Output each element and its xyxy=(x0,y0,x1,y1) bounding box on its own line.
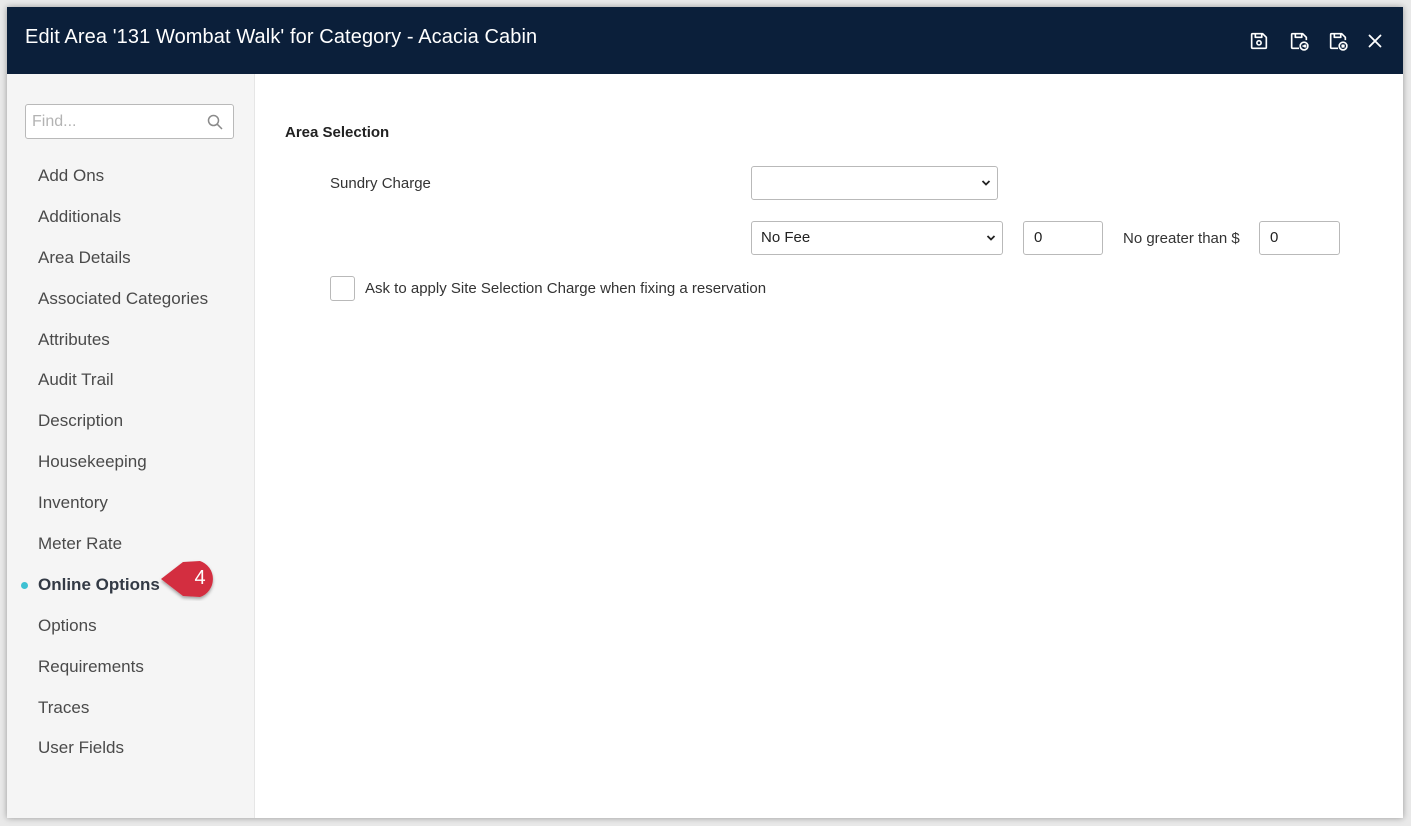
sidebar-item-label: Requirements xyxy=(38,656,144,676)
sidebar-item-housekeeping[interactable]: Housekeeping xyxy=(7,442,255,483)
edit-area-dialog: Edit Area '131 Wombat Walk' for Category… xyxy=(7,7,1403,818)
no-greater-than-label: No greater than $ xyxy=(1123,230,1240,247)
sidebar-item-label: User Fields xyxy=(38,738,124,758)
search-icon[interactable] xyxy=(207,114,223,130)
sidebar-item-description[interactable]: Description xyxy=(7,401,255,442)
sidebar-item-label: Meter Rate xyxy=(38,534,123,554)
sidebar-item-associated-categories[interactable]: Associated Categories xyxy=(7,279,255,320)
sidebar-item-label: Traces xyxy=(38,697,90,717)
sidebar-item-additionals[interactable]: Additionals xyxy=(7,197,255,238)
close-icon xyxy=(1368,34,1382,48)
callout-number: 4 xyxy=(194,567,206,589)
sidebar-item-attributes[interactable]: Attributes xyxy=(7,320,255,361)
sidebar-item-area-details[interactable]: Area Details xyxy=(7,238,255,279)
sidebar-item-label: Housekeeping xyxy=(38,452,147,472)
sidebar: Add Ons Additionals Area Details Associa… xyxy=(7,74,255,818)
chevron-down-icon xyxy=(986,235,996,241)
sidebar-item-requirements[interactable]: Requirements xyxy=(7,647,255,688)
fee-amount-input[interactable]: 0 xyxy=(1023,221,1103,255)
sidebar-item-user-fields[interactable]: User Fields xyxy=(7,728,255,769)
fee-type-value: No Fee xyxy=(761,229,811,246)
sidebar-nav: Add Ons Additionals Area Details Associa… xyxy=(7,156,255,769)
fee-type-select[interactable]: No Fee xyxy=(751,221,1003,255)
site-selection-charge-label: Ask to apply Site Selection Charge when … xyxy=(365,280,767,297)
sidebar-item-audit-trail[interactable]: Audit Trail xyxy=(7,360,255,401)
sidebar-item-label: Online Options xyxy=(38,574,160,594)
main-content: Area Selection Sundry Charge No Fee 0 No… xyxy=(255,74,1403,818)
step-callout-badge: 4 xyxy=(159,559,221,601)
sidebar-item-options[interactable]: Options xyxy=(7,606,255,647)
sidebar-item-label: Additionals xyxy=(38,206,122,226)
sidebar-item-label: Area Details xyxy=(38,247,131,267)
close-button[interactable] xyxy=(1363,29,1387,53)
chevron-down-icon xyxy=(981,180,991,186)
save-button[interactable] xyxy=(1247,29,1271,53)
save-and-forward-icon xyxy=(1290,32,1309,51)
save-icon xyxy=(1250,32,1268,50)
search-input[interactable] xyxy=(26,105,201,138)
sidebar-item-label: Description xyxy=(38,411,124,431)
site-selection-charge-checkbox[interactable] xyxy=(330,276,355,301)
sidebar-item-label: Audit Trail xyxy=(38,370,114,390)
save-and-forward-button[interactable] xyxy=(1287,29,1311,53)
dialog-header: Edit Area '131 Wombat Walk' for Category… xyxy=(7,7,1403,74)
sundry-charge-label: Sundry Charge xyxy=(330,175,431,192)
sidebar-item-inventory[interactable]: Inventory xyxy=(7,483,255,524)
max-amount-input[interactable]: 0 xyxy=(1259,221,1340,255)
sidebar-item-traces[interactable]: Traces xyxy=(7,688,255,729)
sundry-charge-select[interactable] xyxy=(751,166,998,200)
sidebar-item-label: Attributes xyxy=(38,329,110,349)
search-box xyxy=(25,104,234,139)
sidebar-item-add-ons[interactable]: Add Ons xyxy=(7,156,255,197)
sidebar-item-label: Associated Categories xyxy=(38,288,209,308)
save-and-close-icon xyxy=(1329,32,1348,51)
active-indicator-dot xyxy=(21,581,28,589)
sidebar-item-label: Options xyxy=(38,615,97,635)
sidebar-item-label: Add Ons xyxy=(38,166,105,185)
sidebar-item-label: Inventory xyxy=(38,493,108,513)
section-title: Area Selection xyxy=(285,124,390,141)
save-and-close-button[interactable] xyxy=(1326,29,1350,53)
dialog-title: Edit Area '131 Wombat Walk' for Category… xyxy=(25,26,538,48)
